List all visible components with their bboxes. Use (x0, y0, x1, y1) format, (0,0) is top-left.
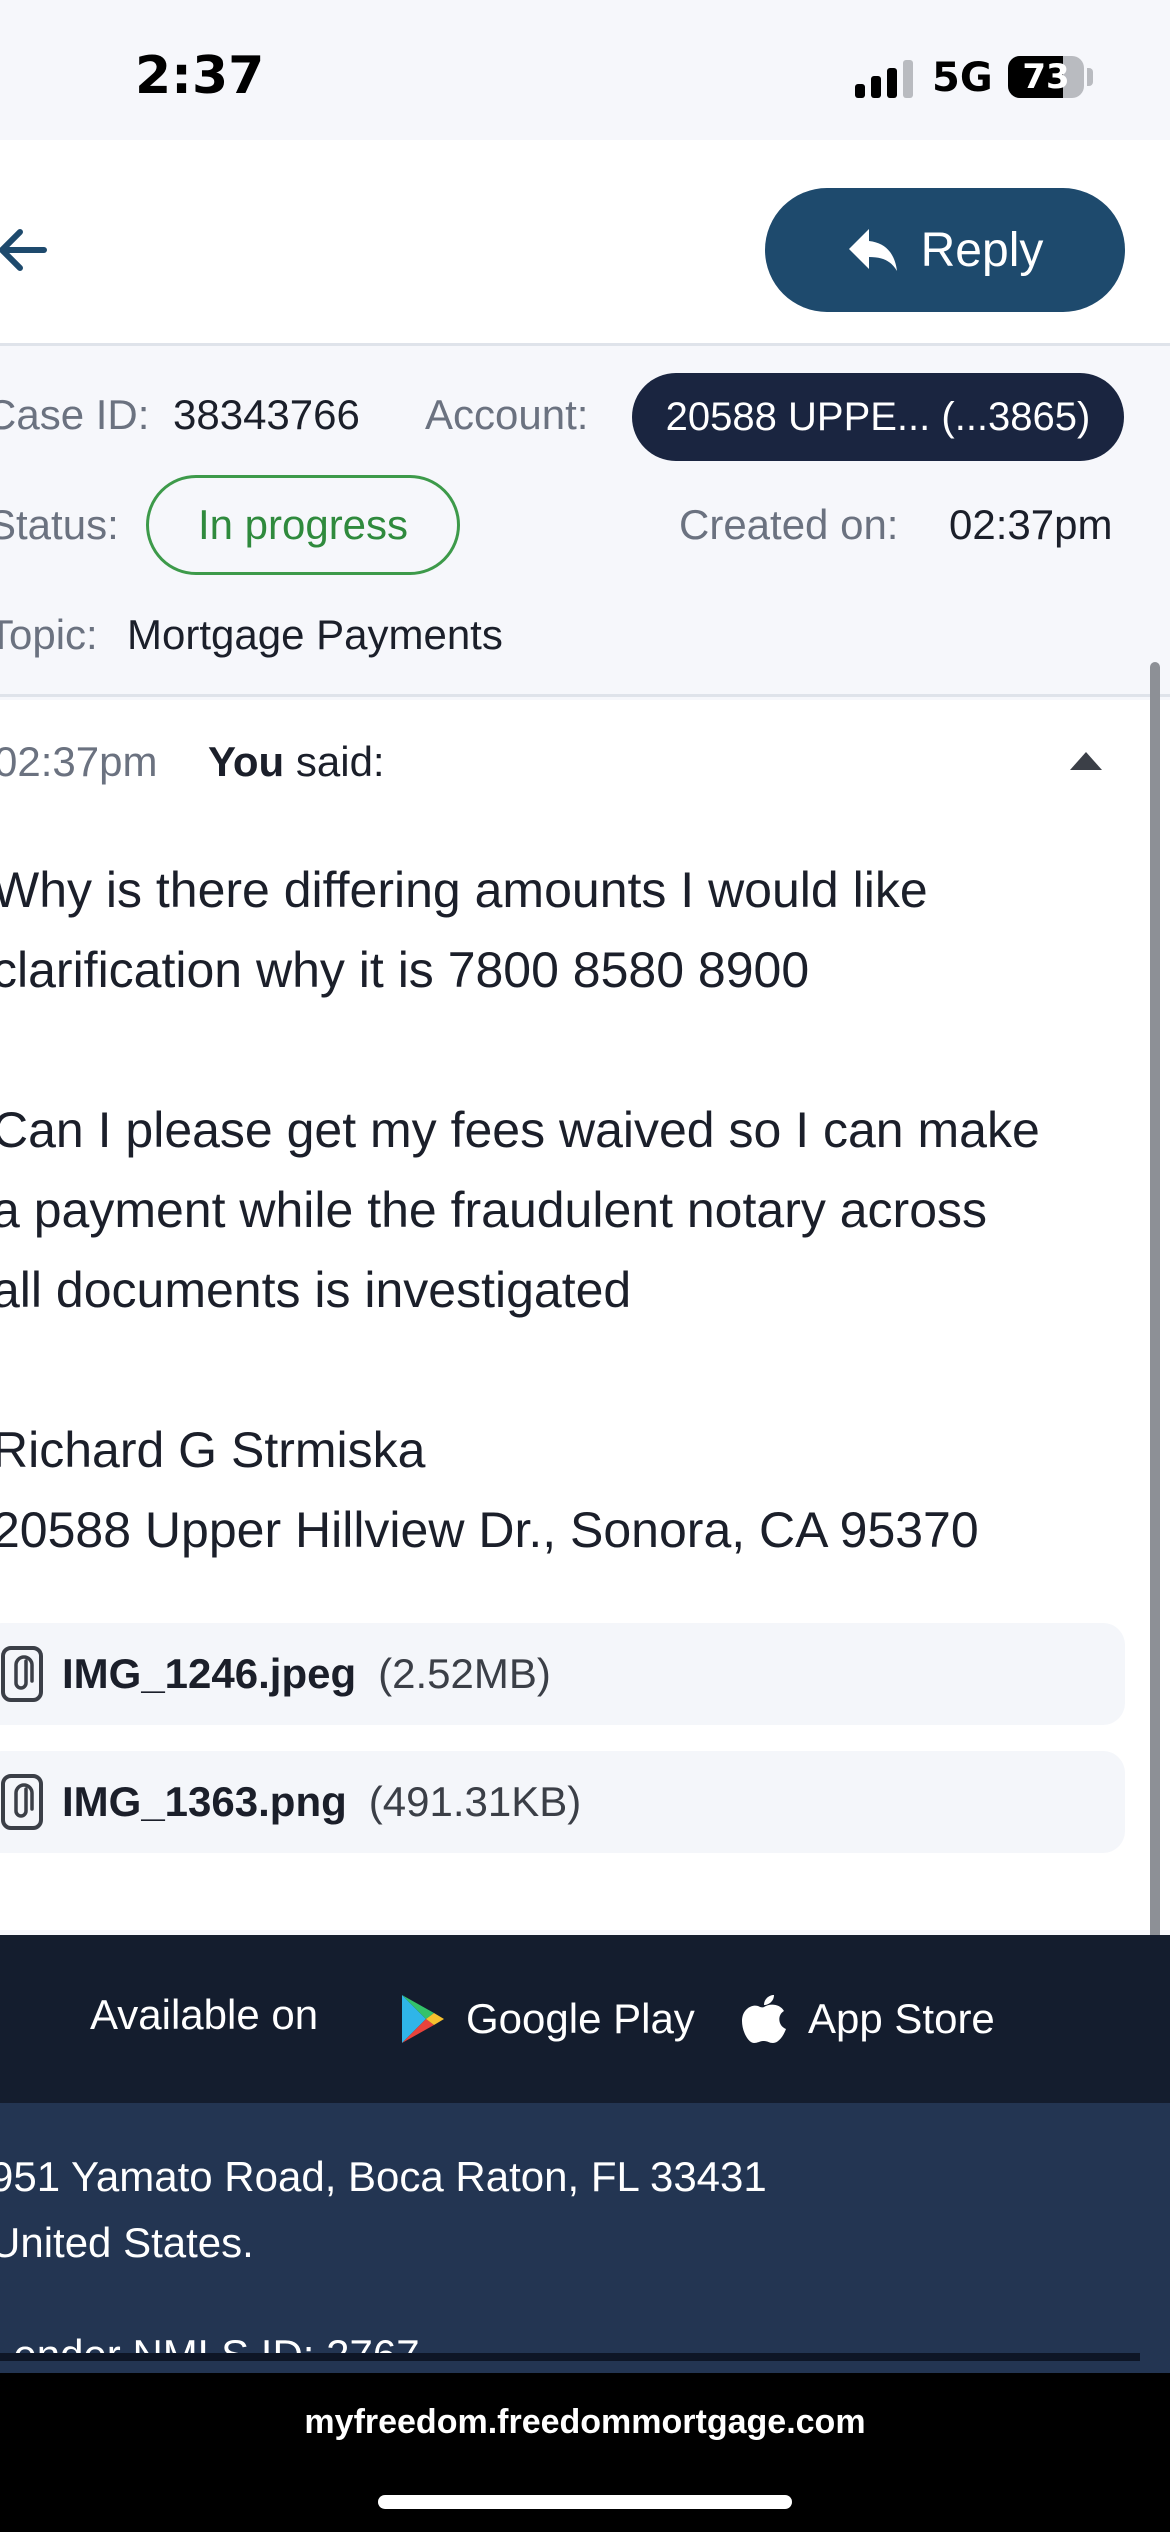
case-id-value: 38343766 (173, 391, 360, 438)
battery-tip (1087, 68, 1093, 86)
topic-label: Topic: (0, 611, 98, 658)
browser-url-bar[interactable]: myfreedom.freedommortgage.com (0, 2373, 1170, 2532)
reply-icon (848, 229, 897, 271)
created-label: Created on: (679, 501, 899, 548)
account-label: Account: (425, 391, 589, 438)
google-play-link[interactable]: Google Play (398, 1979, 695, 2059)
address-line: United States. (0, 2219, 254, 2266)
back-button[interactable] (0, 220, 52, 280)
message-said: said: (284, 738, 385, 785)
attachment-item[interactable]: IMG_1246.jpeg (2.52MB) (0, 1623, 1125, 1725)
url-text: myfreedom.freedommortgage.com (304, 2403, 866, 2441)
scrollbar[interactable] (1150, 662, 1160, 1962)
google-play-icon (402, 1995, 444, 2043)
status-bar: 2:37 5G 73 (0, 0, 1170, 140)
page: 2:37 5G 73 Reply Case ID: 38343766 Accou… (0, 0, 1170, 2532)
footer-divider (0, 2353, 1140, 2361)
app-availability-bar: Available on Google Play App Store (0, 1935, 1170, 2103)
attachment-name: IMG_1363.png (62, 1778, 347, 1825)
available-on-text: Available on (90, 1991, 319, 2038)
case-info: Case ID: 38343766 Account: 20588 UPPE...… (0, 349, 1170, 697)
battery-percent: 73 (1022, 57, 1070, 97)
topic-value: Mortgage Payments (127, 611, 503, 658)
account-pill[interactable]: 20588 UPPE... (...3865) (632, 373, 1124, 461)
footer-address: 951 Yamato Road, Boca Raton, FL 33431 Un… (0, 2103, 1170, 2373)
attachment-size: (491.31KB) (368, 1778, 582, 1825)
status-label: Status: (0, 501, 119, 548)
clock: 2:37 (135, 46, 265, 106)
reply-button[interactable]: Reply (765, 188, 1125, 312)
collapse-caret-icon[interactable] (1070, 752, 1102, 770)
app-store-link[interactable]: App Store (740, 1979, 995, 2059)
attachment-name: IMG_1246.jpeg (62, 1650, 357, 1697)
message-author-name: You (208, 738, 285, 785)
message-card: 02:37pm You said: Why is there differing… (0, 700, 1170, 1930)
battery-icon: 73 (1008, 56, 1084, 98)
message-signature: Richard G Strmiska 20588 Upper Hillview … (0, 1422, 979, 1558)
header: Reply (0, 140, 1170, 346)
paperclip-icon (1, 1646, 43, 1702)
address-line: 951 Yamato Road, Boca Raton, FL 33431 (0, 2153, 767, 2200)
attachment-size: (2.52MB) (378, 1650, 551, 1697)
app-store-label: App Store (808, 1995, 995, 2042)
network-type: 5G (932, 55, 993, 101)
message-author: You said: (208, 738, 385, 786)
status-badge: In progress (146, 475, 460, 575)
back-arrow-icon (0, 229, 47, 271)
message-paragraph: Why is there differing amounts I would l… (0, 862, 928, 998)
paperclip-icon (1, 1774, 43, 1830)
google-play-label: Google Play (466, 1995, 695, 2042)
home-indicator[interactable] (378, 2495, 792, 2509)
message-paragraph: Can I please get my fees waived so I can… (0, 1102, 1040, 1318)
created-value: 02:37pm (949, 501, 1113, 548)
cellular-signal-icon (855, 58, 915, 98)
message-time: 02:37pm (0, 738, 158, 785)
case-id-label: Case ID: (0, 391, 150, 438)
reply-button-label: Reply (920, 223, 1044, 277)
message-body: Why is there differing amounts I would l… (0, 850, 1132, 1570)
attachment-item[interactable]: IMG_1363.png (491.31KB) (0, 1751, 1125, 1853)
apple-icon (742, 1995, 786, 2043)
nmls-text: Lender NMLS ID: 2767 (0, 2331, 420, 2353)
